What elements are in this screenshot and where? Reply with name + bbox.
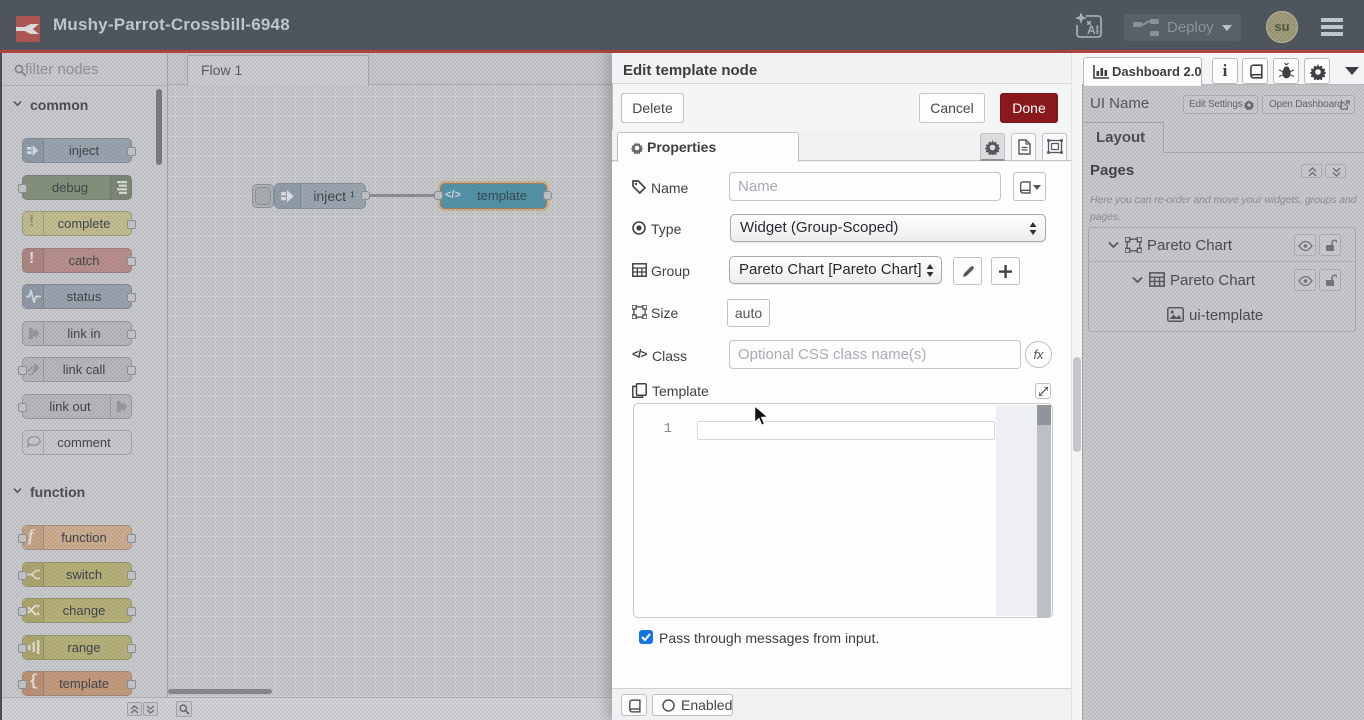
svg-text:AI: AI [1087, 23, 1099, 37]
